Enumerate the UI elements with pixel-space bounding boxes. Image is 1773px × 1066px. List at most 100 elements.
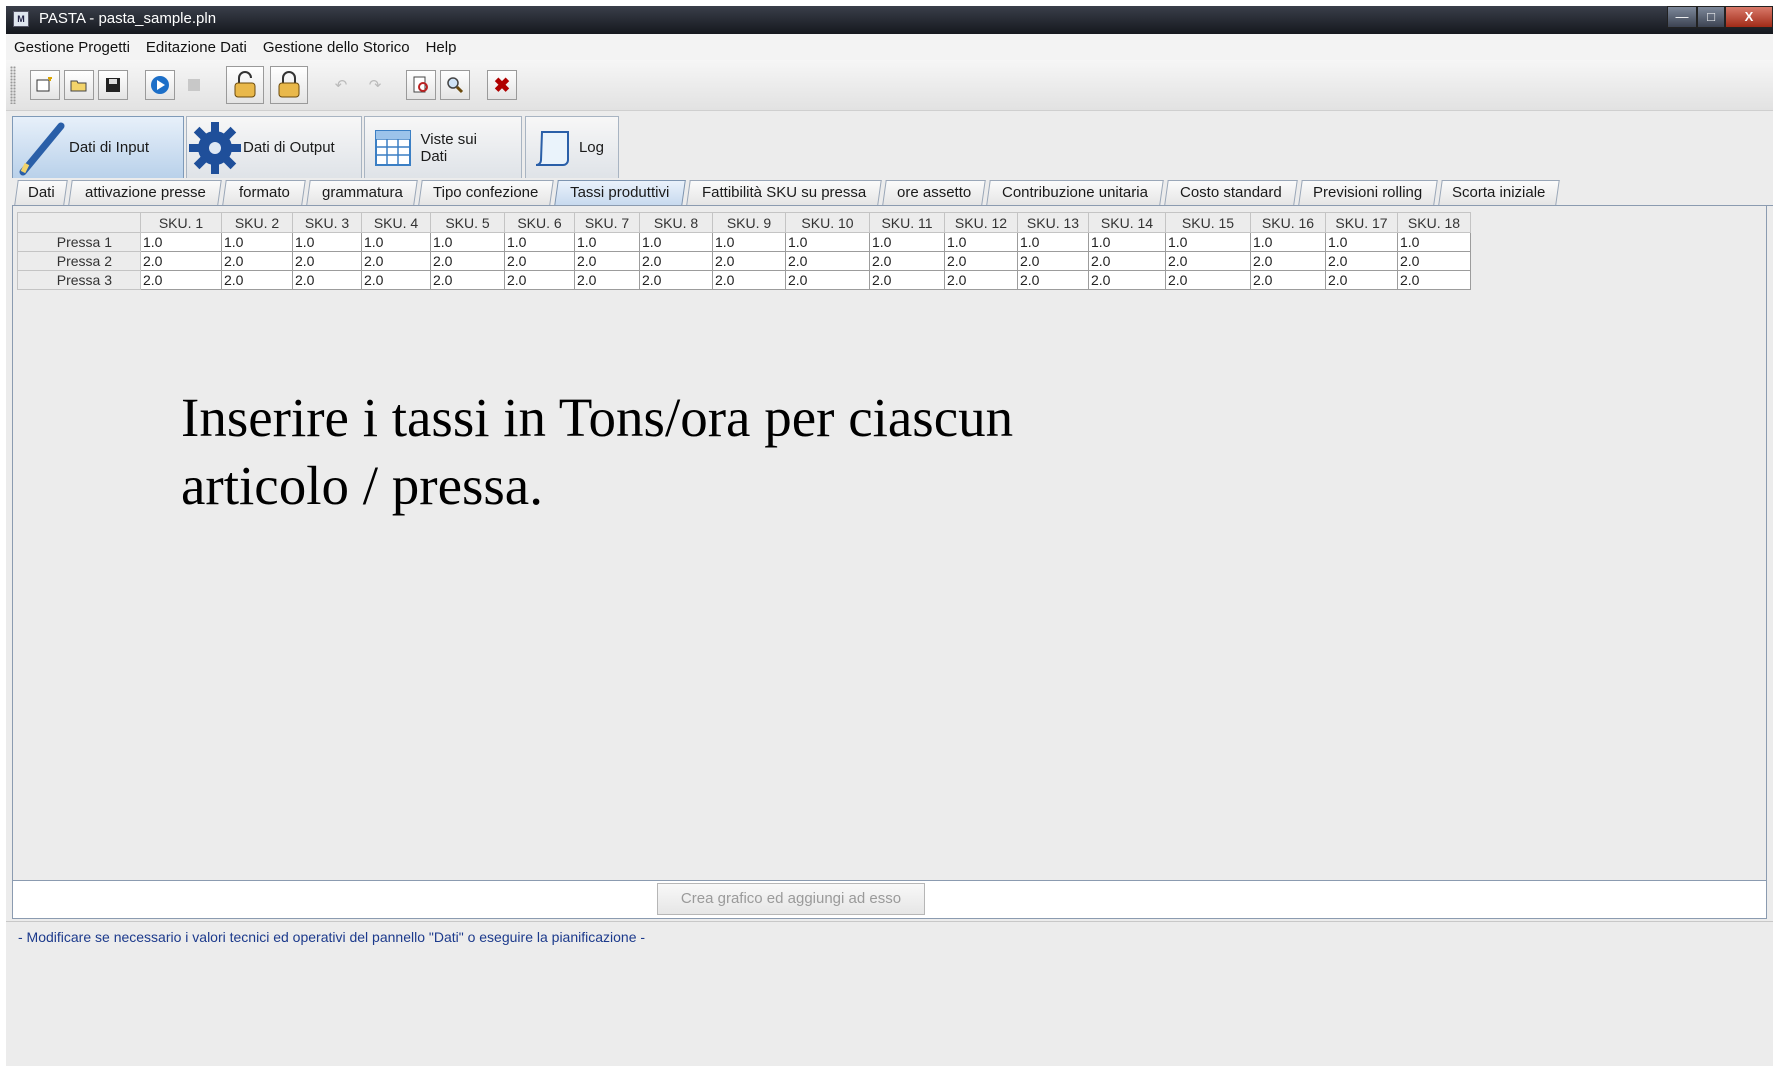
table-cell[interactable]: 2.0 [869,251,945,271]
column-header[interactable]: SKU. 10 [785,212,870,233]
column-header[interactable]: SKU. 7 [574,212,640,233]
column-header[interactable]: SKU. 15 [1165,212,1251,233]
unlock-icon[interactable] [226,66,264,104]
preview-icon[interactable] [406,70,436,100]
subtab-contribuzione-unitaria[interactable]: Contribuzione unitaria [986,180,1164,205]
table-cell[interactable]: 1.0 [1397,232,1471,252]
table-cell[interactable]: 2.0 [639,270,713,290]
table-cell[interactable]: 2.0 [1088,251,1166,271]
table-cell[interactable]: 2.0 [639,251,713,271]
stop-icon[interactable] [179,70,209,100]
column-header[interactable]: SKU. 14 [1088,212,1166,233]
table-cell[interactable]: 2.0 [504,270,575,290]
table-cell[interactable]: 2.0 [140,270,222,290]
column-header[interactable]: SKU. 8 [639,212,713,233]
table-cell[interactable]: 1.0 [639,232,713,252]
lock-icon[interactable] [270,66,308,104]
maximize-button[interactable]: □ [1697,6,1725,28]
table-cell[interactable]: 1.0 [430,232,505,252]
table-cell[interactable]: 2.0 [221,251,293,271]
tab-log[interactable]: Log [525,116,619,178]
close-button[interactable]: X [1725,6,1773,28]
row-header[interactable]: Pressa 2 [17,251,141,271]
table-cell[interactable]: 2.0 [574,251,640,271]
table-cell[interactable]: 2.0 [1165,270,1251,290]
open-folder-icon[interactable] [64,70,94,100]
table-cell[interactable]: 2.0 [1325,251,1398,271]
table-cell[interactable]: 2.0 [1088,270,1166,290]
column-header[interactable]: SKU. 11 [869,212,945,233]
table-cell[interactable]: 1.0 [869,232,945,252]
table-cell[interactable]: 2.0 [1397,270,1471,290]
table-cell[interactable]: 2.0 [1017,251,1089,271]
title-bar[interactable]: M PASTA - pasta_sample.pln — □ X [6,6,1773,34]
tab-dati-di-output[interactable]: Dati di Output [186,116,362,178]
column-header[interactable]: SKU. 4 [361,212,431,233]
run-icon[interactable] [145,70,175,100]
table-cell[interactable]: 2.0 [1250,251,1326,271]
table-cell[interactable]: 2.0 [361,270,431,290]
zoom-icon[interactable] [440,70,470,100]
table-cell[interactable]: 1.0 [1165,232,1251,252]
undo-icon[interactable]: ↶ [326,70,356,100]
toolbar-grip[interactable] [10,66,16,104]
table-cell[interactable]: 2.0 [1165,251,1251,271]
table-cell[interactable]: 1.0 [785,232,870,252]
menu-gestione-progetti[interactable]: Gestione Progetti [6,39,138,56]
subtab-formato[interactable]: formato [222,180,306,205]
redo-icon[interactable]: ↷ [360,70,390,100]
tab-dati-di-input[interactable]: Dati di Input [12,116,184,178]
save-icon[interactable] [98,70,128,100]
table-cell[interactable]: 1.0 [221,232,293,252]
subtab-costo-standard[interactable]: Costo standard [1164,180,1298,205]
menu-gestione-storico[interactable]: Gestione dello Storico [255,39,418,56]
column-header[interactable]: SKU. 3 [292,212,362,233]
row-header[interactable]: Pressa 1 [17,232,141,252]
column-header[interactable]: SKU. 12 [944,212,1018,233]
table-cell[interactable]: 2.0 [712,270,786,290]
table-cell[interactable]: 2.0 [504,251,575,271]
table-cell[interactable]: 2.0 [944,251,1018,271]
subtab-tipo-confezione[interactable]: Tipo confezione [418,180,554,205]
table-cell[interactable]: 2.0 [712,251,786,271]
subtab-dati[interactable]: Dati [14,180,68,205]
subtab-fattibilita-sku[interactable]: Fattibilità SKU su pressa [686,180,882,205]
subtab-ore-assetto[interactable]: ore assetto [882,180,986,205]
subtab-tassi-produttivi[interactable]: Tassi produttivi [554,180,686,206]
table-cell[interactable]: 2.0 [430,251,505,271]
column-header[interactable]: SKU. 18 [1397,212,1471,233]
table-cell[interactable]: 1.0 [1250,232,1326,252]
column-header[interactable]: SKU. 16 [1250,212,1326,233]
table-cell[interactable]: 2.0 [221,270,293,290]
column-header[interactable]: SKU. 1 [140,212,222,233]
table-cell[interactable]: 1.0 [1088,232,1166,252]
table-cell[interactable]: 2.0 [574,270,640,290]
table-cell[interactable]: 1.0 [712,232,786,252]
table-cell[interactable]: 2.0 [140,251,222,271]
table-cell[interactable]: 1.0 [292,232,362,252]
table-cell[interactable]: 2.0 [785,251,870,271]
menu-editazione-dati[interactable]: Editazione Dati [138,39,255,56]
table-cell[interactable]: 1.0 [140,232,222,252]
column-header[interactable]: SKU. 5 [430,212,505,233]
table-cell[interactable]: 2.0 [785,270,870,290]
table-cell[interactable]: 1.0 [504,232,575,252]
column-header[interactable]: SKU. 17 [1325,212,1398,233]
create-chart-button[interactable]: Crea grafico ed aggiungi ad esso [657,883,925,915]
table-cell[interactable]: 2.0 [1250,270,1326,290]
table-cell[interactable]: 1.0 [574,232,640,252]
table-cell[interactable]: 2.0 [430,270,505,290]
subtab-attivazione-presse[interactable]: attivazione presse [68,180,222,205]
column-header[interactable]: SKU. 6 [504,212,575,233]
table-cell[interactable]: 2.0 [944,270,1018,290]
table-cell[interactable]: 2.0 [869,270,945,290]
table-cell[interactable]: 1.0 [1017,232,1089,252]
table-cell[interactable]: 2.0 [1017,270,1089,290]
tab-viste-sui-dati[interactable]: Viste sui Dati [364,116,522,178]
menu-help[interactable]: Help [418,39,465,56]
table-cell[interactable]: 2.0 [1325,270,1398,290]
minimize-button[interactable]: — [1667,6,1697,28]
delete-icon[interactable]: ✖ [487,70,517,100]
table-cell[interactable]: 2.0 [292,270,362,290]
column-header[interactable]: SKU. 13 [1017,212,1089,233]
